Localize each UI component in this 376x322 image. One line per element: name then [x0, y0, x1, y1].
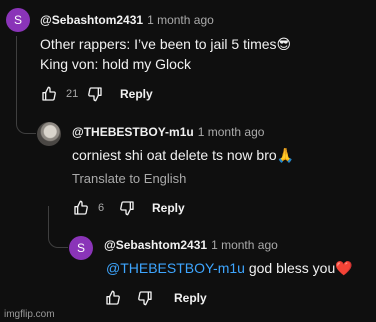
dislike-button[interactable]: [84, 83, 106, 105]
thumbs-up-icon: [74, 200, 88, 215]
dislike-button[interactable]: [134, 287, 156, 309]
like-button[interactable]: [102, 287, 124, 309]
comment-text-line-2: King von: hold my Glock: [40, 56, 191, 72]
comment-header: @Sebashtom2431 1 month ago: [104, 238, 278, 252]
reply-button[interactable]: Reply: [152, 201, 185, 215]
comment-time[interactable]: 1 month ago: [211, 238, 278, 252]
comment-text: @THEBESTBOY-m1u god bless you❤️: [106, 258, 353, 278]
avatar-letter: S: [13, 13, 22, 27]
mention-link[interactable]: @THEBESTBOY-m1u: [106, 260, 245, 276]
comment-header: @Sebashtom2431 1 month ago: [40, 13, 214, 27]
reply-button[interactable]: Reply: [174, 291, 207, 305]
comment-actions: Reply: [102, 287, 207, 309]
avatar[interactable]: S: [69, 236, 93, 260]
thread-line-1: [16, 36, 36, 134]
comment-text-line-1: Other rappers: I’ve been to jail 5 times…: [40, 36, 292, 52]
like-button[interactable]: [70, 197, 92, 219]
thumbs-down-icon: [88, 87, 102, 102]
comment-header: @THEBESTBOY-m1u 1 month ago: [72, 125, 264, 139]
like-count: 6: [98, 202, 105, 214]
thumbs-up-icon: [106, 290, 120, 305]
thumbs-down-icon: [138, 291, 152, 306]
comment-author[interactable]: @THEBESTBOY-m1u: [72, 125, 194, 139]
reply-button[interactable]: Reply: [120, 87, 153, 101]
comment-text-body: god bless you❤️: [244, 260, 353, 276]
comment-time[interactable]: 1 month ago: [147, 13, 214, 27]
avatar[interactable]: S: [6, 8, 30, 32]
comment-author[interactable]: @Sebashtom2431: [104, 238, 207, 252]
thumbs-down-icon: [120, 201, 134, 216]
comment-text: corniest shi oat delete ts now bro🙏: [72, 147, 295, 163]
like-button[interactable]: [38, 83, 60, 105]
comment-time[interactable]: 1 month ago: [198, 125, 265, 139]
comment-author[interactable]: @Sebashtom2431: [40, 13, 143, 27]
dislike-button[interactable]: [116, 197, 138, 219]
avatar[interactable]: [37, 122, 61, 146]
thumbs-up-icon: [42, 86, 56, 101]
thread-line-2: [48, 206, 68, 248]
imgflip-watermark: imgflip.com: [4, 309, 55, 320]
translate-link[interactable]: Translate to English: [72, 171, 186, 186]
avatar-letter: S: [76, 241, 85, 255]
comment-actions: 21 Reply: [38, 83, 153, 105]
like-count: 21: [66, 88, 79, 100]
comment-actions: 6 Reply: [70, 197, 185, 219]
